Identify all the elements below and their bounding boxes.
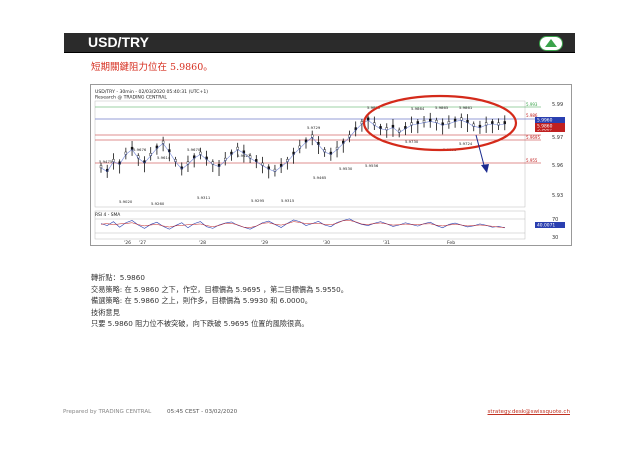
moving-average-line <box>100 119 505 172</box>
y-tick-label: 5.99 <box>552 102 563 108</box>
price-annotation: 5.9295 <box>251 198 265 203</box>
price-candle <box>112 159 115 162</box>
price-annotation: 5.9475 <box>99 159 113 164</box>
price-annotation: 5.9530 <box>339 166 353 171</box>
price-candle <box>429 118 432 122</box>
header-bar: USD/TRY <box>64 33 575 53</box>
price-candle <box>236 146 239 150</box>
y-tick-label: 5.96 <box>552 163 563 169</box>
trading-strategy-line: 交易策略: 在 5.9860 之下，作空，目標價為 5.9695 ，第二目標價為… <box>91 284 348 294</box>
price-annotation: 5.9864 <box>411 106 425 111</box>
technical-comment-line: 只要 5.9860 阻力位不被突破，向下跌破 5.9695 位置的風險很高。 <box>91 319 309 328</box>
prepared-by: Prepared by TRADING CENTRAL <box>63 409 152 415</box>
chart-subtitle: Research @ TRADING CENTRAL <box>95 95 167 101</box>
pivot-line: 轉折點：5.9860 <box>91 273 145 282</box>
chart-title: USD/TRY - 30min - 02/03/2020 05:40:31 (U… <box>95 89 208 95</box>
price-candle <box>460 117 463 121</box>
price-annotation: 5.9861 <box>459 105 473 110</box>
rsi-line <box>100 218 505 230</box>
price-annotation: 5.9729 <box>307 125 321 130</box>
x-tick-label: '29 <box>261 240 268 245</box>
alternative-strategy-line: 備選策略: 在 5.9860 之上，則作多，目標價為 5.9930 和 6.00… <box>91 296 312 305</box>
price-candle <box>503 121 506 125</box>
chart-canvas: USD/TRY - 30min - 02/03/2020 05:40:31 (U… <box>94 89 565 245</box>
level-label: 5.9695 <box>526 135 540 140</box>
analysis-notes: 轉折點：5.9860 交易策略: 在 5.9860 之下，作空，目標價為 5.9… <box>91 272 551 330</box>
price-tag-label: 5.9960 <box>537 118 553 124</box>
rsi-label: RSI 4 - SMA <box>95 212 120 218</box>
price-candle <box>491 121 494 125</box>
up-arrow-icon <box>545 39 557 47</box>
price-annotation: 5.9556 <box>365 163 379 168</box>
x-tick-label: '30 <box>323 240 330 245</box>
price-tag-label: 5.9860 <box>537 124 553 130</box>
price-panel-frame <box>94 100 526 208</box>
rsi-tag-label: 40.0071 <box>537 223 555 229</box>
price-annotation: 5.9670 <box>187 147 201 152</box>
technical-comment-heading: 技術意見 <box>91 307 120 317</box>
price-candle <box>366 117 370 121</box>
price-candle <box>391 124 395 128</box>
price-candle <box>99 165 103 169</box>
price-annotation: 5.9730 <box>405 139 419 144</box>
price-candle <box>199 151 202 155</box>
x-tick-label: Feb <box>447 240 455 245</box>
x-tick-label: '28 <box>199 240 206 245</box>
price-annotation: 5.9020 <box>119 199 133 204</box>
price-annotation: 5.9724 <box>459 141 473 146</box>
level-label: 5.955 <box>526 158 538 163</box>
x-tick-label: '27 <box>139 240 146 245</box>
rsi-sma-line <box>100 220 505 228</box>
price-annotation: 5.9676 <box>133 147 147 152</box>
price-annotation: 5.9260 <box>151 201 165 206</box>
price-annotation: 5.9315 <box>281 198 295 203</box>
x-tick-label: '31 <box>383 240 390 245</box>
instrument-title: USD/TRY <box>88 34 149 50</box>
level-label: 5.993 <box>526 102 538 107</box>
x-tick-label: '26 <box>124 240 131 245</box>
price-annotation: 5.9627 <box>237 153 251 158</box>
footer-prepared: Prepared by TRADING CENTRAL 05:45 CEST -… <box>63 409 237 415</box>
contact-email-link[interactable]: strategy.desk@swissquote.ch <box>488 409 570 415</box>
price-annotation: 5.9614 <box>157 155 171 160</box>
direction-badge <box>539 36 563 51</box>
rsi-tick-label: 30 <box>552 235 558 241</box>
price-annotation: 5.9311 <box>197 195 211 200</box>
prepared-time: 05:45 CEST - 03/02/2020 <box>167 409 238 415</box>
y-tick-label: 5.97 <box>552 135 563 141</box>
price-annotation: 5.9865 <box>435 105 449 110</box>
downtrend-arrow-head <box>481 164 489 173</box>
y-tick-label: 5.93 <box>552 193 563 199</box>
key-resistance-headline: 短期關鍵阻力位在 5.9860。 <box>91 62 213 73</box>
price-chart: USD/TRY - 30min - 02/03/2020 05:40:31 (U… <box>90 84 572 246</box>
price-annotation: 5.9465 <box>313 175 327 180</box>
